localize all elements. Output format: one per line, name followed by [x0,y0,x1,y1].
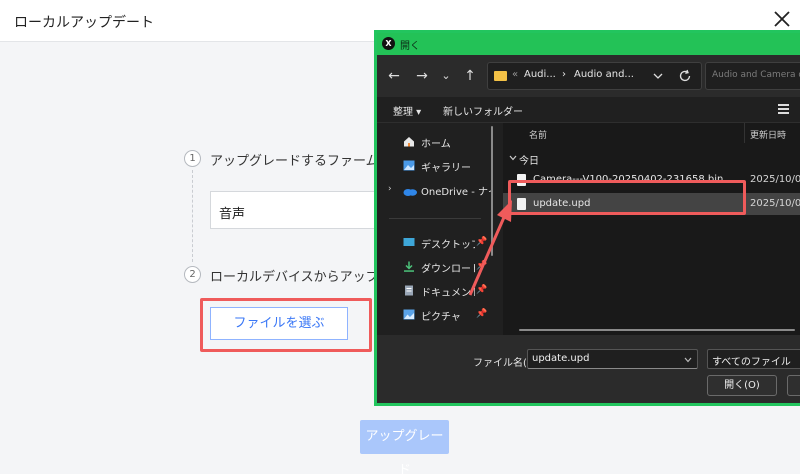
dialog-title: 開く [400,41,420,52]
pictures-icon [403,309,415,320]
file-name: update.upd [533,198,591,209]
column-header-name[interactable]: 名前 [529,128,547,141]
group-collapse-chevron-icon[interactable] [509,155,517,161]
step-1-label: アップグレードするファームウエア [210,154,374,169]
dialog-footer: ファイル名(N): update.upd すべてのファイル 開く(O) [377,335,800,403]
open-button[interactable]: 開く(O) [707,375,777,396]
gallery-icon [403,160,415,171]
step-2-label: ローカルデバイスからアップグレー [210,270,374,285]
address-dropdown-chevron-icon[interactable] [653,72,663,80]
expand-chevron-icon[interactable]: › [388,184,392,194]
refresh-icon[interactable] [678,69,692,83]
filetype-select[interactable]: すべてのファイル [707,349,800,369]
sidebar-item-downloads[interactable]: ダウンロード [421,260,475,275]
address-bar[interactable]: « Audi... › Audio and... [487,62,702,90]
app-title: ローカルアップデート [14,15,154,31]
desktop-icon [403,238,415,246]
app-logo-icon: X [382,37,395,50]
search-placeholder: Audio and Camera d [712,70,800,80]
address-segment-2[interactable]: Audio and... [574,69,634,80]
column-divider[interactable] [744,123,745,143]
sidebar-item-documents[interactable]: ドキュメント [421,284,475,299]
file-date: 2025/10/01 [750,174,800,185]
file-row[interactable]: Camera---V100-20250402-231658.bin 2025/1… [503,169,800,191]
pin-icon: 📌 [476,237,488,247]
file-date: 2025/10/01 [750,198,800,209]
recent-locations-chevron-icon[interactable]: ⌄ [437,67,455,85]
back-arrow-icon[interactable]: ← [385,67,403,85]
file-icon [517,198,526,210]
horizontal-scrollbar[interactable] [519,329,795,331]
pin-icon: 📌 [476,309,488,319]
file-icon [517,174,526,186]
cloud-icon [403,189,417,196]
up-arrow-icon[interactable]: ↑ [461,67,479,85]
filename-input[interactable]: update.upd [527,349,698,369]
step-1-number: 1 [184,150,201,167]
filename-dropdown-chevron-icon[interactable] [684,357,692,363]
filename-value: update.upd [532,353,590,364]
sidebar-item-gallery[interactable]: ギャラリー [421,159,481,174]
navigation-pane: ホーム ギャラリー › OneDrive - ナイス デスクトップ 📌 ダウンロ… [377,123,501,335]
filetype-value: すべてのファイル [712,357,791,368]
step-connector [192,170,193,262]
firmware-select[interactable]: 音声 [210,191,380,229]
close-icon[interactable] [772,9,792,29]
navigation-bar: ← → ⌄ ↑ « Audi... › Audio and... Audio a… [377,55,800,97]
new-folder-button[interactable]: 新しいフォルダー [443,103,523,118]
sidebar-divider [389,218,481,219]
file-name: Camera---V100-20250402-231658.bin [533,174,724,185]
sidebar-scrollbar[interactable] [491,126,493,256]
file-row-selected[interactable]: update.upd 2025/10/01 [503,193,800,215]
sidebar-item-pictures[interactable]: ピクチャ [421,308,475,323]
address-separator: › [562,69,566,80]
file-open-dialog: X 開く ← → ⌄ ↑ « Audi... › Audio and... Au… [374,30,800,406]
pin-icon: 📌 [476,261,488,271]
download-icon [404,261,414,272]
file-list: 名前 更新日時 今日 Camera---V100-20250402-231658… [503,123,800,335]
sidebar-item-home[interactable]: ホーム [421,135,481,150]
sidebar-item-onedrive[interactable]: OneDrive - ナイス [421,183,491,198]
folder-icon [494,71,507,81]
document-icon [405,285,413,296]
column-header-date[interactable]: 更新日時 [750,128,786,141]
choose-file-button[interactable]: ファイルを選ぶ [210,307,348,340]
command-bar: 整理 ▾ 新しいフォルダー [377,97,800,123]
step-2-number: 2 [184,266,201,283]
search-input[interactable]: Audio and Camera d [705,62,800,90]
address-overflow[interactable]: « [512,69,518,80]
dialog-titlebar: X 開く [377,33,800,55]
firmware-select-value: 音声 [219,207,246,222]
address-segment-1[interactable]: Audi... [524,69,556,80]
forward-arrow-icon[interactable]: → [413,67,431,85]
home-icon [404,137,414,147]
cancel-button[interactable] [787,375,800,396]
group-header-today[interactable]: 今日 [519,152,539,167]
sidebar-item-desktop[interactable]: デスクトップ [421,236,475,251]
upgrade-button[interactable]: アップグレード [360,420,449,474]
view-options-icon[interactable] [777,102,790,115]
organize-menu[interactable]: 整理 ▾ [393,103,421,118]
pin-icon: 📌 [476,285,488,295]
